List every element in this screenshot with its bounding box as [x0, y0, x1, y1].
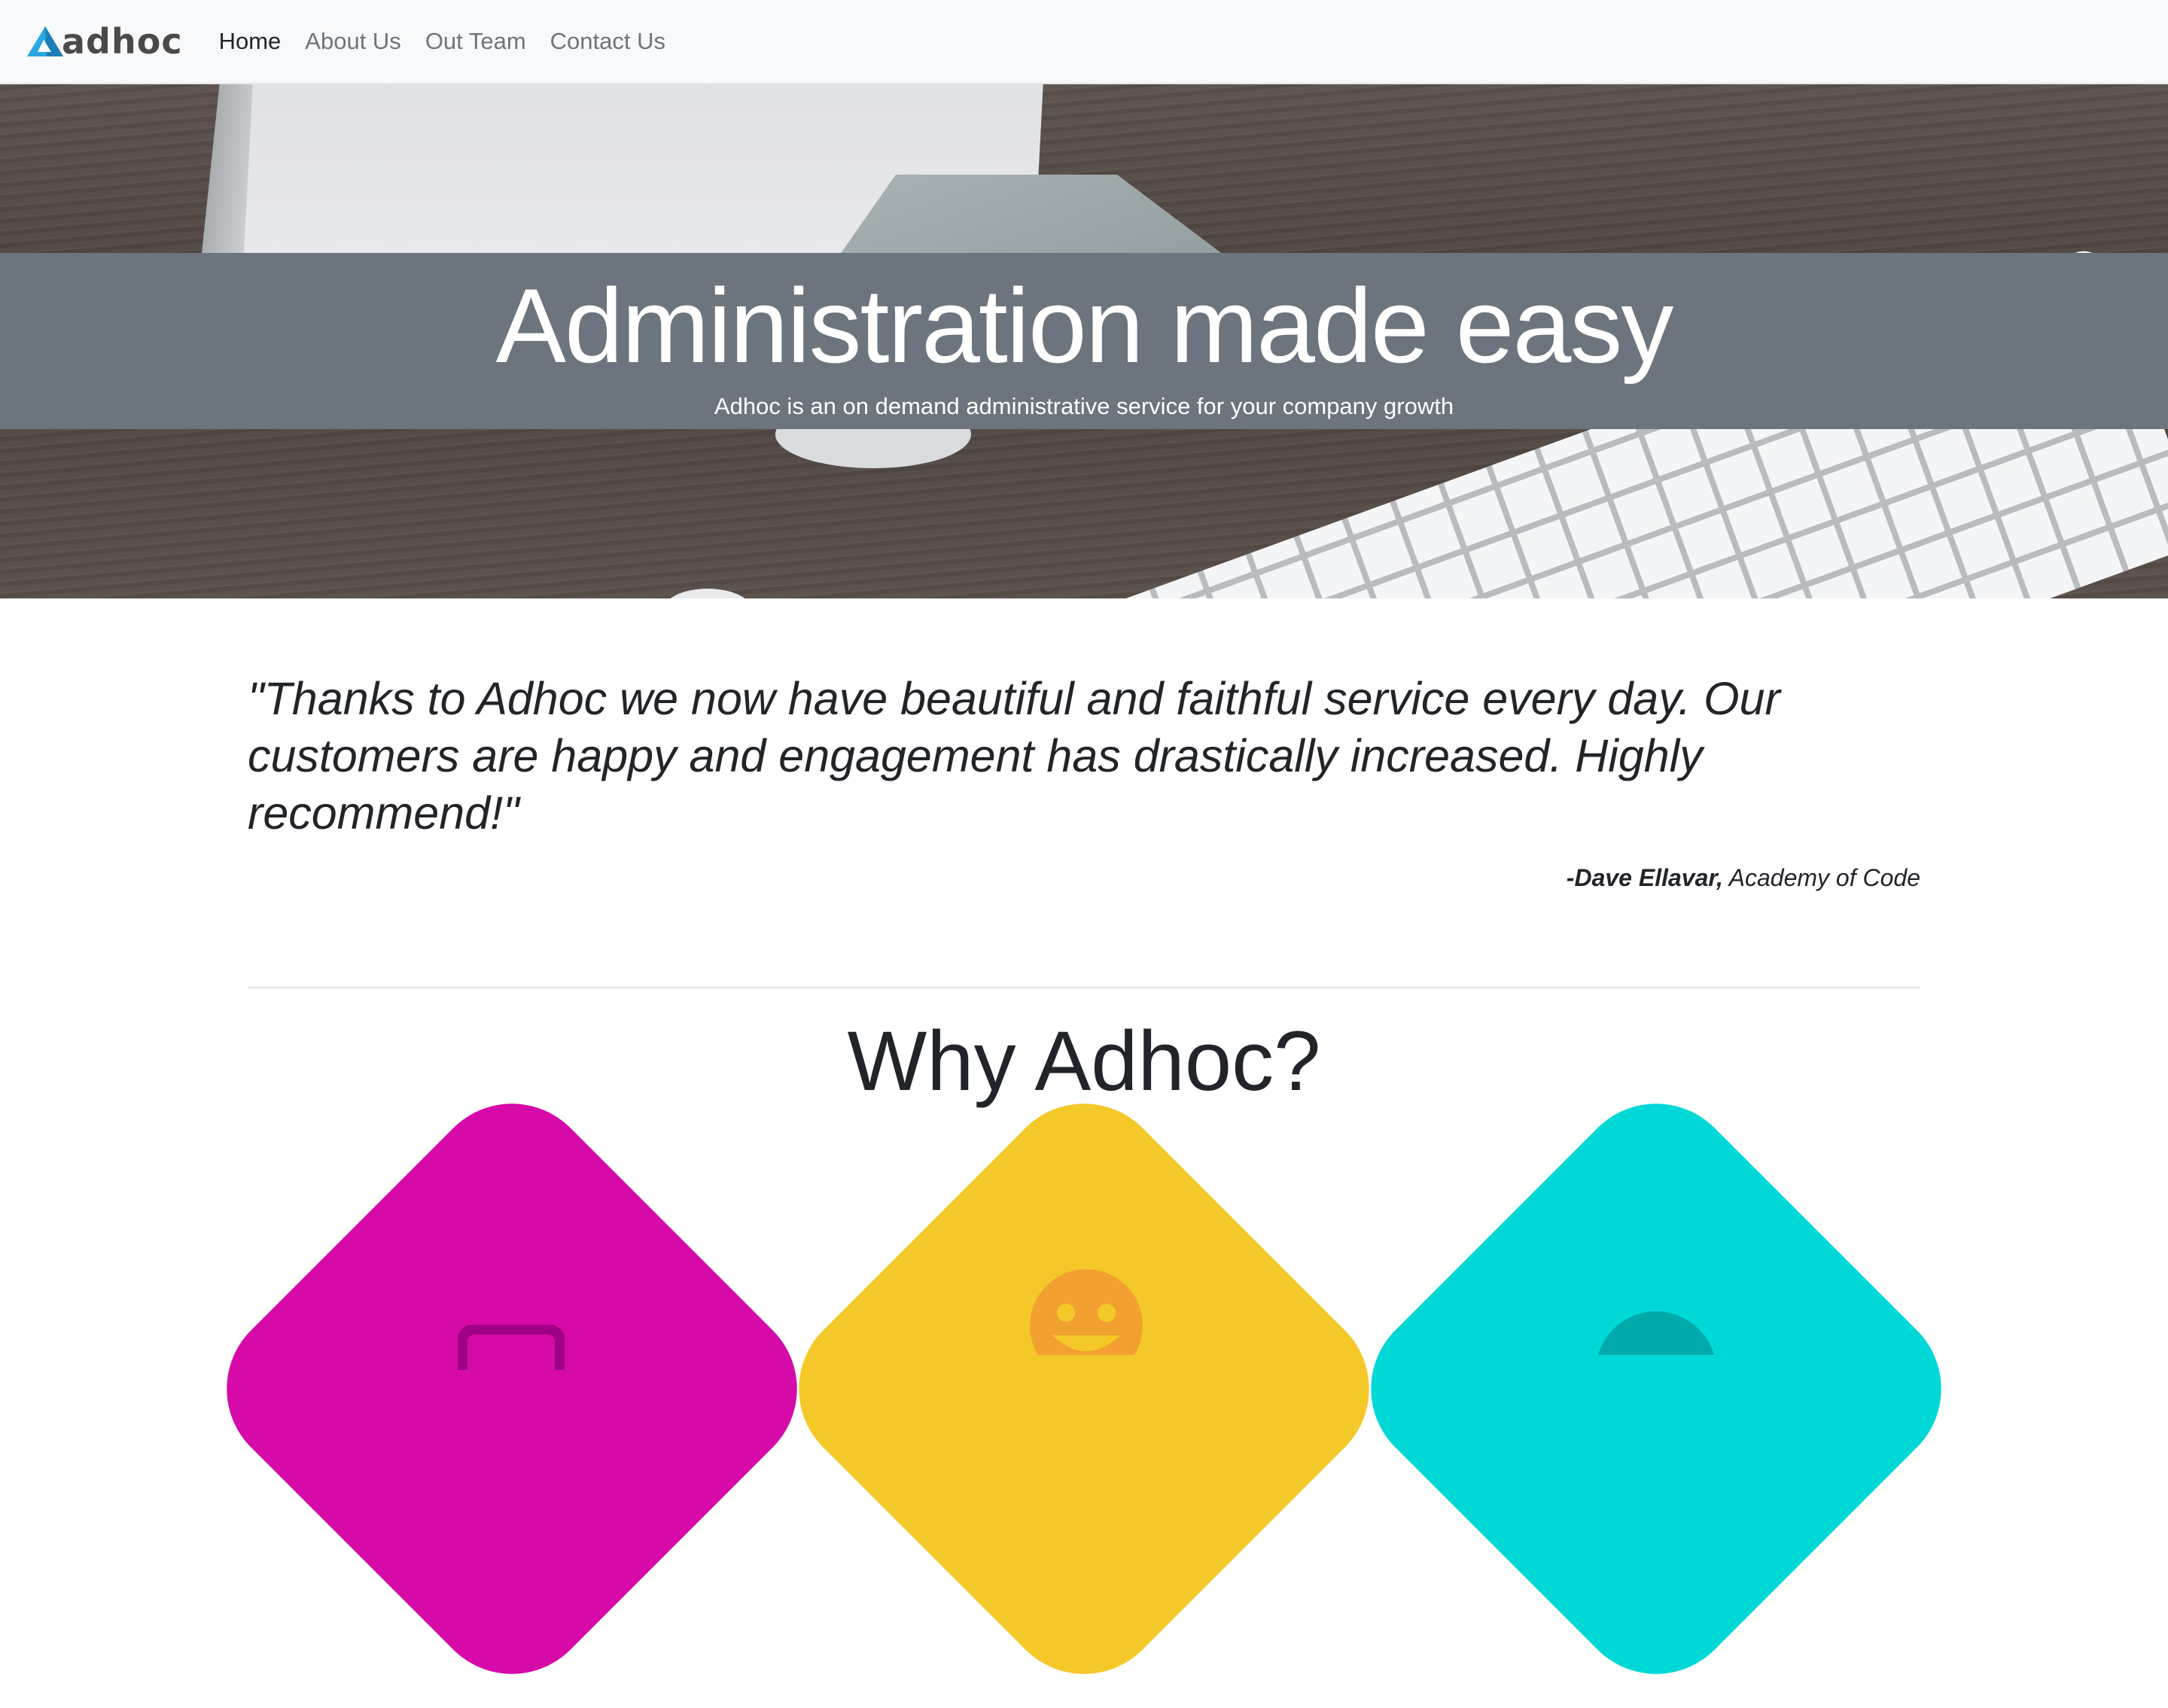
testimonial-attribution: -Dave Ellavar, Academy of Code	[248, 864, 1920, 892]
testimonial-company: Academy of Code	[1728, 864, 1920, 891]
nav-home[interactable]: Home	[219, 28, 282, 55]
nav-our-team[interactable]: Out Team	[425, 28, 526, 55]
nav-contact-us[interactable]: Contact Us	[550, 28, 665, 55]
brand-logo-link[interactable]: adhoc	[24, 23, 183, 59]
smiley-face-icon	[1030, 1269, 1143, 1355]
testimonial-author: -Dave Ellavar,	[1566, 864, 1723, 891]
feature-diamond-cyan	[1336, 1069, 1976, 1708]
user-circle-icon	[1598, 1311, 1714, 1355]
top-navbar: adhoc Home About Us Out Team Contact Us	[0, 0, 2168, 84]
brand-name: adhoc	[62, 21, 183, 62]
why-adhoc-heading: Why Adhoc?	[847, 1014, 1321, 1108]
hero-caption-band: Administration made easy Adhoc is an on …	[0, 253, 2168, 429]
hero-title: Administration made easy	[495, 266, 1674, 385]
nav-about-us[interactable]: About Us	[305, 28, 401, 55]
briefcase-icon	[458, 1325, 565, 1370]
testimonial-quote: "Thanks to Adhoc we now have beautiful a…	[248, 673, 1780, 839]
feature-diamond-yellow	[764, 1069, 1404, 1708]
hero-banner: Administration made easy Adhoc is an on …	[0, 84, 2168, 598]
testimonial: "Thanks to Adhoc we now have beautiful a…	[248, 670, 1920, 892]
feature-diamond-magenta	[192, 1069, 832, 1708]
section-divider	[248, 987, 1920, 988]
hero-subtitle: Adhoc is an on demand administrative ser…	[714, 393, 1454, 419]
triangle-logo-icon	[27, 26, 63, 56]
